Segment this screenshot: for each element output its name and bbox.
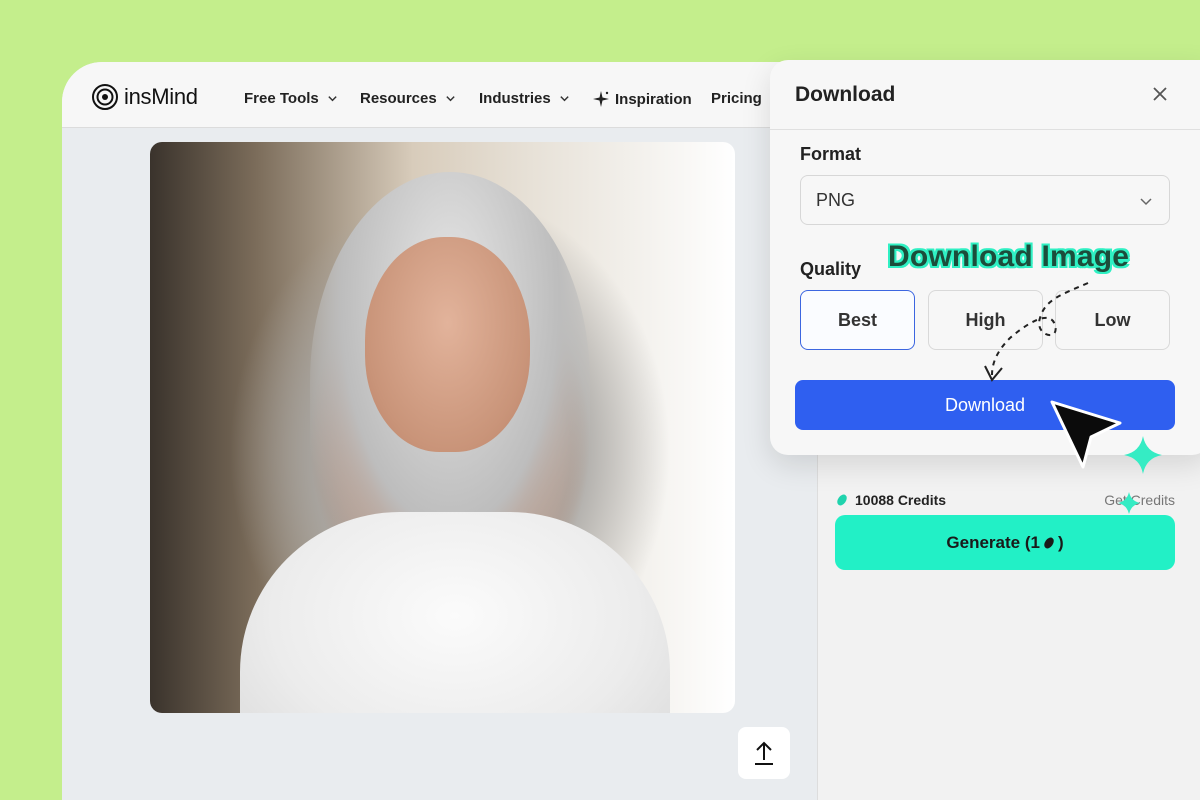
portrait-shirt (240, 512, 670, 713)
credits-value: 10088 Credits (855, 492, 947, 508)
portrait-face (365, 237, 530, 452)
format-label: Format (800, 144, 862, 164)
modal-title: Download (795, 83, 896, 106)
quality-option-low[interactable]: Low (1055, 290, 1170, 350)
nav-item-label: Free Tools (244, 90, 319, 107)
nav-item-inspiration[interactable]: Inspiration (592, 90, 692, 108)
format-value: PNG (816, 189, 856, 210)
bean-icon (837, 494, 847, 506)
credits-row: 10088 Credits Get Credits (835, 492, 1175, 508)
nav-item-label: Pricing (711, 90, 762, 107)
nav-item-pricing[interactable]: Pricing (711, 90, 762, 107)
nav-item-label: Resources (360, 90, 437, 107)
chevron-down-icon (560, 96, 569, 102)
annotation-text: Download Image (888, 240, 1130, 273)
upload-arrow-icon (755, 741, 773, 765)
quality-option-best[interactable]: Best (800, 290, 915, 350)
chevron-down-icon (1140, 198, 1152, 206)
bean-icon (1044, 537, 1054, 548)
sparkle-icon (593, 91, 609, 107)
close-icon[interactable] (1150, 84, 1170, 104)
download-button[interactable]: Download (795, 380, 1175, 430)
upload-button[interactable] (738, 727, 790, 779)
generate-suffix: ) (1057, 532, 1064, 552)
get-credits-link[interactable]: Get Credits (1104, 492, 1175, 508)
nav-item-resources[interactable]: Resources (360, 90, 456, 107)
chevron-down-icon (328, 96, 337, 102)
brand-logo[interactable]: insMind (92, 84, 198, 110)
nav-item-free-tools[interactable]: Free Tools (244, 90, 338, 107)
modal-header: Download (770, 60, 1200, 130)
quality-option-high[interactable]: High (928, 290, 1043, 350)
generate-button[interactable]: Generate (1 ) (835, 515, 1175, 570)
logo-icon (92, 84, 118, 110)
brand-name: insMind (124, 84, 198, 109)
nav-item-label: Inspiration (615, 90, 692, 108)
quality-label: Quality (800, 259, 862, 279)
generate-label: Generate (1 (946, 532, 1040, 552)
format-select[interactable]: PNG (800, 175, 1170, 225)
nav-item-industries[interactable]: Industries (479, 90, 570, 107)
nav-item-label: Industries (479, 90, 551, 107)
chevron-down-icon (446, 96, 455, 102)
portrait-image (150, 142, 735, 713)
